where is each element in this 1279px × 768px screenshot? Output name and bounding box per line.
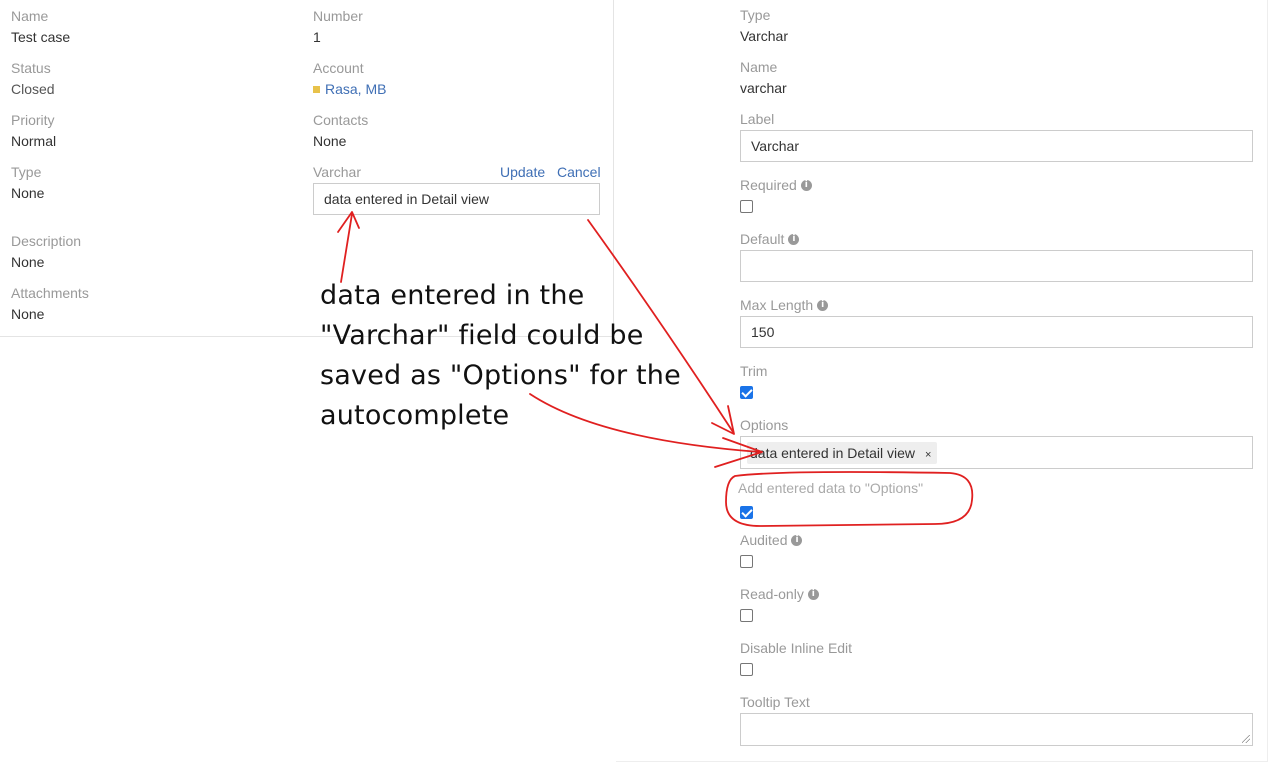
fm-max-length-input[interactable] [740,316,1253,348]
annotation-line: "Varchar" field could be [320,320,644,351]
account-value: Rasa, MB [313,81,386,97]
attachments-label: Attachments [11,285,89,301]
update-link[interactable]: Update [500,164,545,180]
fm-type-value: Varchar [740,28,788,44]
fm-max-length-label: Max Length i [740,297,829,313]
fm-max-length-text: Max Length [740,297,814,313]
fm-name-value: varchar [740,80,787,96]
priority-label: Priority [11,112,55,128]
description-value: None [11,254,45,270]
contacts-label: Contacts [313,112,369,128]
attachments-value: None [11,306,45,322]
account-marker-icon [313,85,320,93]
fm-name-label: Name [740,59,778,75]
fm-audited-text: Audited [740,532,788,548]
fm-tooltip-textarea[interactable] [740,713,1253,746]
account-label: Account [313,60,364,76]
fm-label-label: Label [740,111,775,127]
fm-disable-inline-edit-checkbox[interactable] [740,663,753,676]
cancel-link[interactable]: Cancel [557,164,601,180]
option-tag-text: data entered in Detail view [750,445,915,461]
description-label: Description [11,233,82,249]
fm-options-label: Options [740,417,789,433]
type-label: Type [11,164,42,180]
fm-trim-checkbox[interactable] [740,386,753,399]
fm-tooltip-text-label: Tooltip Text [740,694,810,710]
info-icon[interactable]: i [817,299,829,311]
info-icon[interactable]: i [800,179,812,191]
fm-disable-inline-edit-label: Disable Inline Edit [740,640,853,656]
fm-required-text: Required [740,177,797,193]
number-label: Number [313,8,363,24]
varchar-inline-input[interactable] [313,183,600,215]
info-icon[interactable]: i [791,534,803,546]
field-manager-panel: Type Varchar Name varchar Label Required… [616,0,1268,762]
fm-options-input[interactable]: data entered in Detail view × [740,436,1253,469]
number-value: 1 [313,29,321,45]
annotation-line: autocomplete [320,400,510,431]
fm-trim-label: Trim [740,363,768,379]
status-value: Closed [11,81,55,97]
fm-default-label: Default i [740,231,800,247]
option-tag: data entered in Detail view × [747,442,938,464]
fm-read-only-checkbox[interactable] [740,609,753,622]
fm-add-entered-checkbox[interactable] [740,506,753,519]
fm-required-checkbox[interactable] [740,200,753,213]
fm-add-entered-label: Add entered data to "Options" [738,480,924,496]
info-icon[interactable]: i [788,233,800,245]
status-label: Status [11,60,51,76]
fm-audited-checkbox[interactable] [740,555,753,568]
resize-grip-icon[interactable] [1242,735,1250,743]
annotation-text: data entered in the "Varchar" field coul… [320,276,700,436]
priority-value: Normal [11,133,57,149]
name-value: Test case [11,29,71,45]
varchar-label: Varchar [313,164,361,180]
fm-type-label: Type [740,7,771,23]
fm-label-input[interactable] [740,130,1253,162]
fm-default-input[interactable] [740,250,1253,282]
annotation-line: data entered in the [320,280,585,311]
type-value: None [11,185,45,201]
info-icon[interactable]: i [807,588,819,600]
close-icon[interactable]: × [925,449,931,461]
fm-audited-label: Audited i [740,532,803,548]
contacts-value: None [313,133,347,149]
fm-read-only-label: Read-only i [740,586,819,602]
annotation-line: saved as "Options" for the [320,360,681,391]
account-link[interactable]: Rasa, MB [325,81,386,97]
fm-read-only-text: Read-only [740,586,804,602]
fm-default-text: Default [740,231,785,247]
fm-required-label: Required i [740,177,812,193]
name-label: Name [11,8,49,24]
